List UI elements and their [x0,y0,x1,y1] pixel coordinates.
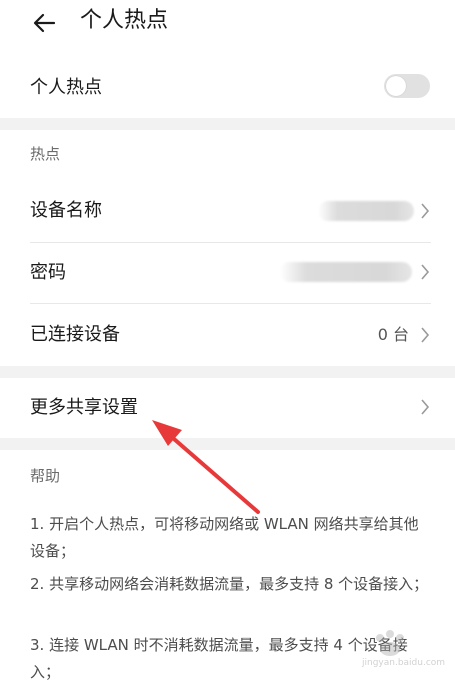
help-item: 2. 共享移动网络会消耗数据流量，最多支持 8 个设备接入； [30,575,429,593]
more-sharing-settings-label: 更多共享设置 [30,397,138,418]
toggle-knob [386,76,406,96]
chevron-right-icon [421,203,430,219]
chevron-right-icon [421,327,430,343]
arrow-left-icon[interactable] [30,8,60,38]
baidu-watermark: jingyan.baidu.com [360,628,445,678]
section-gap [0,118,455,130]
app-header: 个人热点 [0,0,455,50]
section-gap [0,438,455,450]
hotspot-toggle-switch[interactable] [384,74,430,98]
page-title: 个人热点 [80,8,169,33]
more-sharing-settings-row[interactable]: 更多共享设置 [0,378,455,438]
section-title-help: 帮助 [30,467,61,485]
connected-devices-count: 0 台 [377,325,409,344]
watermark-text: jingyan.baidu.com [362,658,446,668]
chevron-right-icon [421,264,430,280]
connected-devices-label: 已连接设备 [30,324,120,345]
password-value-redacted [280,262,412,282]
help-item: 1. 开启个人热点，可将移动网络或 WLAN 网络共享给其他设备； [30,515,419,560]
device-name-value-redacted [318,201,414,221]
baidu-paw-icon [376,630,404,656]
section-gap [0,366,455,378]
chevron-right-icon [421,399,430,415]
hotspot-toggle-label: 个人热点 [30,77,102,98]
password-label: 密码 [30,262,66,283]
device-name-label: 设备名称 [30,200,102,221]
section-title-hotspot: 热点 [30,145,61,163]
